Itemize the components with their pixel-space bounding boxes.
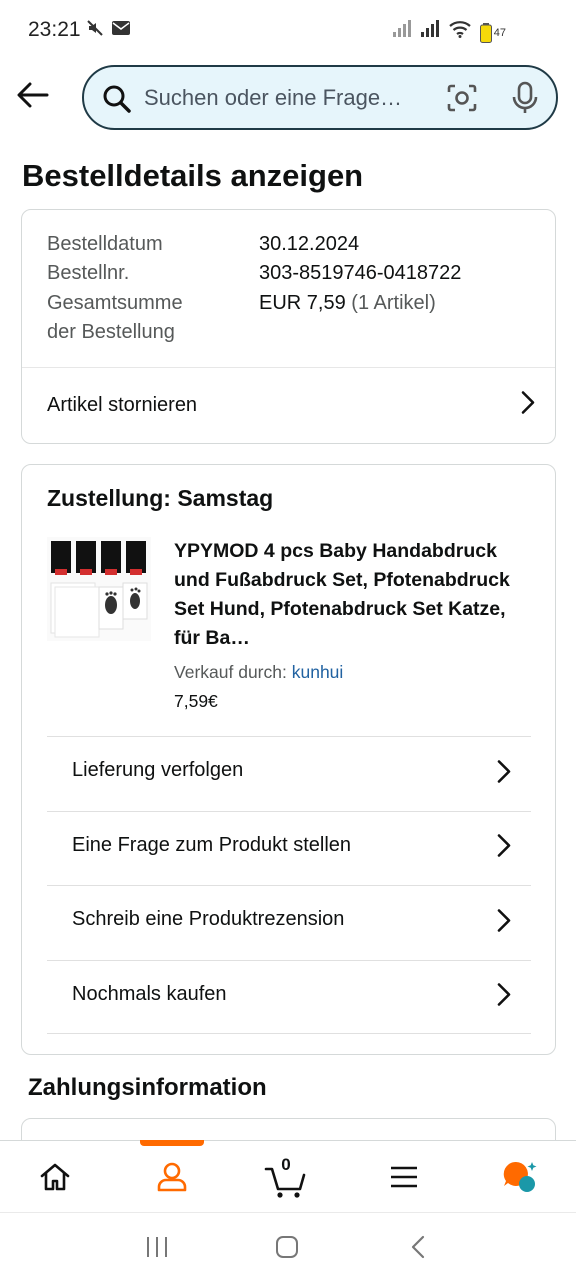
delivery-title: Zustellung: Samstag xyxy=(47,485,274,511)
header xyxy=(0,62,576,134)
payment-heading: Zahlungsinformation xyxy=(28,1074,267,1101)
track-delivery-row[interactable]: Lieferung verfolgen xyxy=(47,736,531,811)
user-icon xyxy=(157,1162,187,1192)
write-review-row[interactable]: Schreib eine Produktrezension xyxy=(47,885,531,960)
buy-again-row[interactable]: Nochmals kaufen xyxy=(47,959,531,1034)
chevron-right-icon xyxy=(497,834,511,863)
recent-apps-button[interactable] xyxy=(137,1231,177,1263)
back-chevron-icon xyxy=(411,1235,425,1259)
chevron-right-icon xyxy=(497,759,511,788)
delivery-action-list: Lieferung verfolgen Eine Frage zum Produ… xyxy=(47,736,531,1034)
mail-icon xyxy=(112,21,130,40)
status-bar: 23:21 47 xyxy=(0,0,576,62)
order-total-value: EUR 7,59 (1 Artikel) xyxy=(259,289,436,318)
product-image-graphic xyxy=(47,537,151,641)
arrow-left-icon xyxy=(17,82,49,108)
cancel-items-label: Artikel stornieren xyxy=(47,393,198,416)
back-button[interactable] xyxy=(14,76,52,114)
product-title[interactable]: YPYMOD 4 pcs Baby Handabdruck und Fußabd… xyxy=(174,537,534,653)
search-bar[interactable] xyxy=(82,65,558,130)
nav-rufus-assistant[interactable] xyxy=(488,1141,552,1213)
order-summary-card: Bestelldatum 30.12.2024 Bestellnr. 303-8… xyxy=(21,209,556,444)
status-time: 23:21 xyxy=(28,18,81,41)
chevron-right-icon xyxy=(497,908,511,937)
order-date-label: Bestelldatum xyxy=(47,233,163,255)
mute-icon xyxy=(86,19,104,42)
battery-level: 47 xyxy=(493,27,506,39)
chevron-right-icon xyxy=(521,391,535,420)
wifi-icon xyxy=(448,20,472,43)
battery-icon: 47 xyxy=(479,23,506,43)
product-price: 7,59€ xyxy=(174,691,218,711)
nav-menu[interactable] xyxy=(372,1141,436,1213)
seller-line: Verkauf durch: kunhui xyxy=(174,662,343,683)
search-input[interactable] xyxy=(144,81,422,115)
order-total-amount: EUR 7,59 xyxy=(259,292,346,314)
nav-home[interactable] xyxy=(23,1141,87,1213)
home-icon xyxy=(40,1163,70,1191)
cart-count: 0 xyxy=(281,1155,291,1174)
order-number-label: Bestellnr. xyxy=(47,262,130,284)
product-image[interactable] xyxy=(47,537,151,641)
nav-cart[interactable]: 0 xyxy=(254,1141,318,1213)
search-icon xyxy=(102,84,132,119)
nav-account[interactable] xyxy=(140,1141,204,1213)
square-home-icon xyxy=(276,1236,298,1258)
voice-search-button[interactable] xyxy=(512,81,538,120)
action-label: Eine Frage zum Produkt stellen xyxy=(72,833,352,856)
hamburger-menu-icon xyxy=(391,1166,417,1188)
action-label: Schreib eine Produktrezension xyxy=(72,908,345,930)
assistant-chat-icon xyxy=(503,1161,537,1192)
status-notification-icons xyxy=(86,19,130,42)
seller-link[interactable]: kunhui xyxy=(292,662,344,682)
page-title: Bestelldetails anzeigen xyxy=(22,158,364,193)
seller-prefix: Verkauf durch: xyxy=(174,662,287,682)
cancel-items-row[interactable]: Artikel stornieren xyxy=(22,368,555,442)
ask-product-question-row[interactable]: Eine Frage zum Produkt stellen xyxy=(47,810,531,886)
camera-icon xyxy=(447,84,477,112)
order-total-label-line1: Gesamtsumme xyxy=(47,292,183,314)
microphone-icon xyxy=(512,81,538,113)
recent-apps-icon xyxy=(147,1237,167,1257)
camera-scan-button[interactable] xyxy=(446,83,478,118)
delivery-card: Zustellung: Samstag YPYMOD 4 pcs Baby Ha… xyxy=(21,464,556,1055)
order-total-items: (1 Artikel) xyxy=(351,292,436,314)
order-date-value: 30.12.2024 xyxy=(259,233,360,255)
action-label: Nochmals kaufen xyxy=(72,982,227,1005)
chevron-right-icon xyxy=(497,982,511,1011)
signal-icon-2 xyxy=(420,20,440,43)
system-back-button[interactable] xyxy=(398,1231,438,1263)
system-nav-bar xyxy=(0,1212,576,1280)
action-label: Lieferung verfolgen xyxy=(72,759,244,781)
bottom-nav: 0 xyxy=(0,1140,576,1212)
status-system-icons: 47 xyxy=(392,20,506,43)
order-number-value: 303-8519746-0418722 xyxy=(259,262,462,284)
screen: 23:21 47 Suchen oder eine Frage… Bestell… xyxy=(0,0,576,1280)
order-total-label-line2: der Bestellung xyxy=(47,321,175,343)
signal-icon xyxy=(392,20,412,43)
home-system-button[interactable] xyxy=(267,1231,307,1263)
